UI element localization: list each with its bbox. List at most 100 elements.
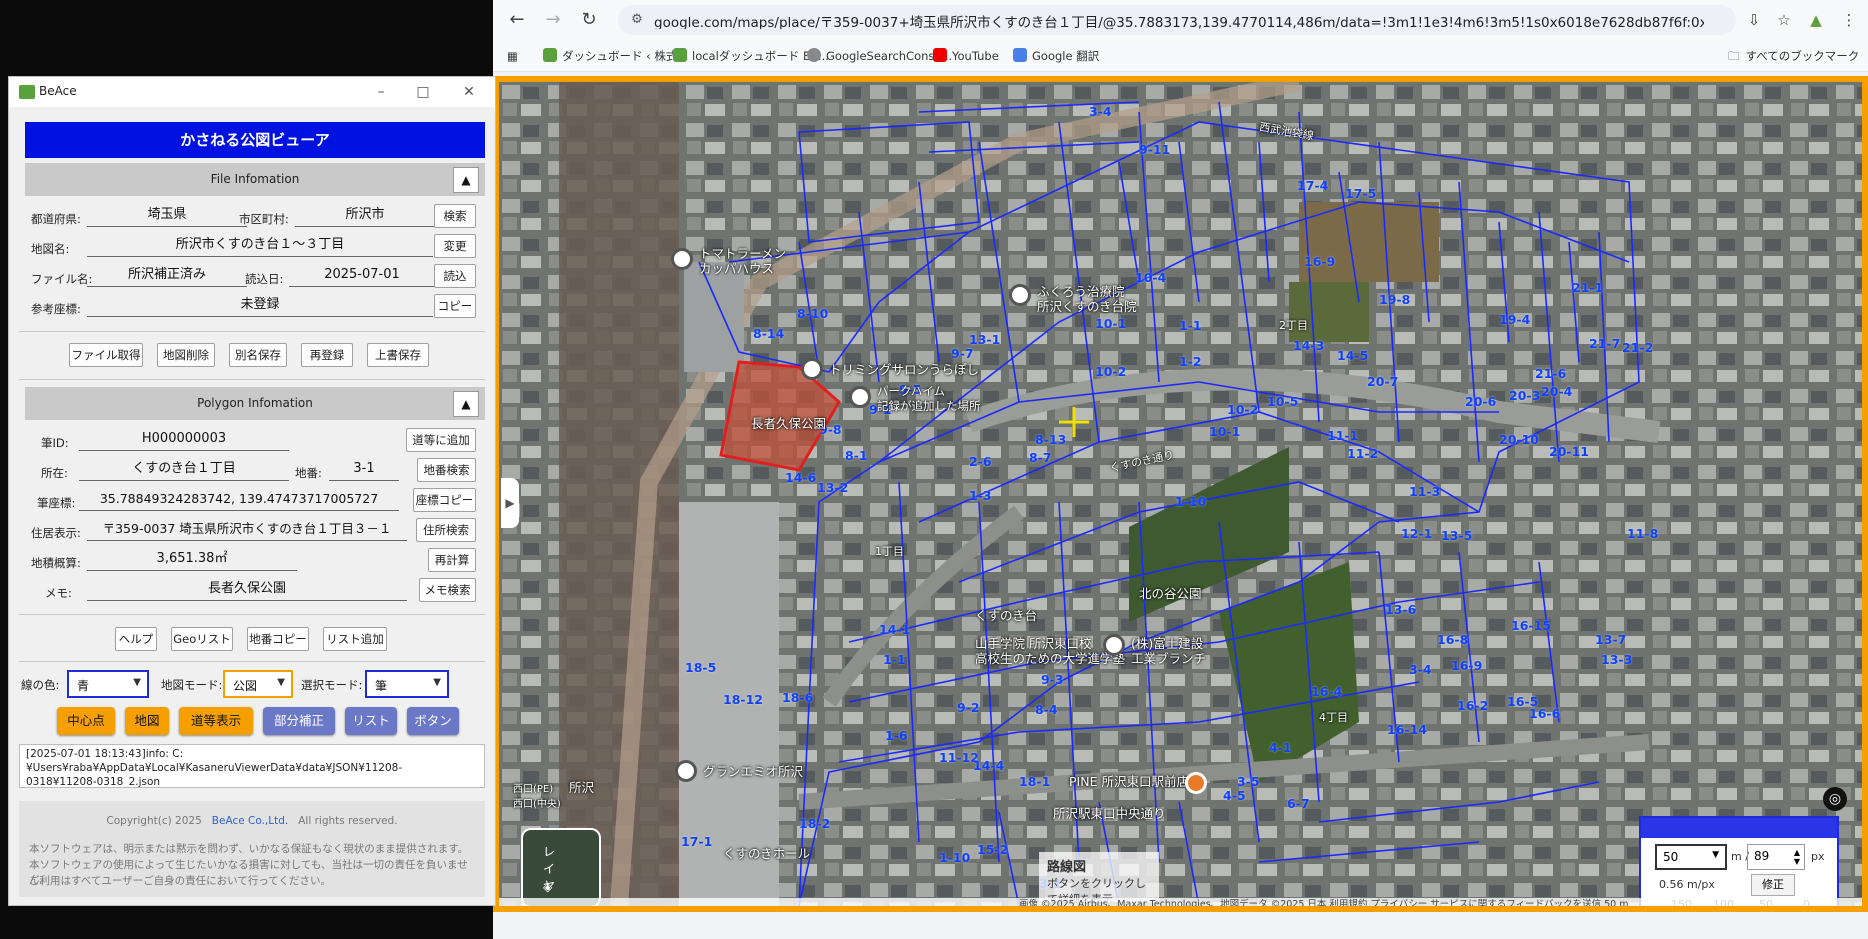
- parcel-label[interactable]: 9-2: [957, 700, 980, 715]
- parcel-label[interactable]: 13-5: [1441, 528, 1472, 543]
- install-app-icon[interactable]: ⇩: [1743, 9, 1765, 31]
- parcel-label[interactable]: 13-2: [817, 480, 848, 495]
- search-button[interactable]: 検索: [434, 204, 476, 228]
- address-bar[interactable]: ⚙ google.com/maps/place/〒359-0037+埼玉県所沢市…: [618, 5, 1736, 35]
- line-color-select[interactable]: 青 ▼: [67, 670, 149, 698]
- parcel-label[interactable]: 16-15: [1511, 618, 1551, 633]
- select-mode-select[interactable]: 筆 ▼: [365, 670, 449, 698]
- parcel-label[interactable]: 21-2: [1622, 340, 1653, 355]
- clinic-pin-icon[interactable]: [1009, 284, 1031, 306]
- parcel-label[interactable]: 6-7: [1287, 796, 1310, 811]
- parcel-label[interactable]: 14-4: [973, 758, 1004, 773]
- parcel-label[interactable]: 18-6: [782, 690, 813, 705]
- parcel-label[interactable]: 10-2: [1095, 364, 1126, 379]
- route-map-card[interactable]: 路線図 ボタンをクリックして詳細を表示: [1039, 852, 1159, 906]
- poi-label[interactable]: (株)富士建設 工業ブランチ: [1131, 636, 1206, 666]
- parcel-label[interactable]: 20-11: [1549, 444, 1589, 459]
- bookmark-item[interactable]: localダッシュボード Be...: [673, 47, 829, 65]
- coord-copy-button[interactable]: 座標コピー: [413, 488, 476, 512]
- parcel-label[interactable]: 8-4: [1035, 702, 1058, 717]
- extension-icon[interactable]: ▲: [1805, 9, 1827, 31]
- parcel-label[interactable]: 13-7: [1595, 632, 1626, 647]
- parcel-label[interactable]: 4-1: [1269, 740, 1292, 755]
- copy-lotno-button[interactable]: 地番コピー: [247, 627, 309, 651]
- list-button[interactable]: リスト: [345, 707, 397, 735]
- bookmark-item[interactable]: GoogleSearchConso...: [807, 47, 952, 65]
- delete-map-button[interactable]: 地図削除: [157, 343, 215, 367]
- poi-label[interactable]: 長者久保公園: [751, 416, 826, 431]
- map-mode-select[interactable]: 公図 ▼: [223, 670, 293, 698]
- parcel-label[interactable]: 8-1: [845, 448, 868, 463]
- parcel-label[interactable]: 11-8: [1627, 526, 1658, 541]
- parcel-label[interactable]: 16-14: [1387, 722, 1427, 737]
- parcel-label[interactable]: 20-6: [1465, 394, 1496, 409]
- parcel-label[interactable]: 17-1: [681, 834, 712, 849]
- save-as-button[interactable]: 別名保存: [229, 343, 287, 367]
- parcel-label[interactable]: 11-3: [1409, 484, 1440, 499]
- poi-label[interactable]: トリミングサロンうらぽし: [829, 362, 979, 377]
- parcel-label[interactable]: 1-2: [1179, 354, 1202, 369]
- collapse-up-icon[interactable]: ▲: [453, 167, 479, 193]
- bookmark-item[interactable]: YouTube: [933, 47, 999, 65]
- parcel-label[interactable]: 18-12: [723, 692, 763, 707]
- parcel-label[interactable]: 17-5: [1345, 186, 1376, 201]
- parcel-label[interactable]: 10-4: [1135, 270, 1166, 285]
- parcel-label[interactable]: 1-3: [969, 488, 992, 503]
- pixels-input[interactable]: 89 ▲ ▼: [1747, 844, 1805, 870]
- memo-search-button[interactable]: メモ検索: [419, 578, 476, 602]
- parcel-label[interactable]: 8-7: [1029, 450, 1052, 465]
- parcel-label[interactable]: 8-14: [753, 326, 784, 341]
- menu-dots-icon[interactable]: ⋮: [1838, 9, 1860, 31]
- parcel-label[interactable]: 3-5: [1237, 774, 1260, 789]
- show-roads-button[interactable]: 道等表示: [179, 707, 253, 735]
- parcel-label[interactable]: 16-9: [1451, 658, 1482, 673]
- center-point-button[interactable]: 中心点: [57, 707, 115, 735]
- place-pin-icon[interactable]: [849, 386, 871, 408]
- map-button[interactable]: 地図: [125, 707, 169, 735]
- overwrite-save-button[interactable]: 上書保存: [367, 343, 429, 367]
- help-button[interactable]: ヘルプ: [115, 627, 157, 651]
- parcel-label[interactable]: 14-3: [1293, 338, 1324, 353]
- bookmark-item[interactable]: ダッシュボード ‹ 株式...: [543, 47, 688, 65]
- partial-correction-button[interactable]: 部分補正: [263, 707, 335, 735]
- parcel-label[interactable]: 19-8: [1379, 292, 1410, 307]
- poi-label[interactable]: パークハイム 記録が追加した場所: [877, 384, 981, 414]
- log-output[interactable]: [2025-07-01 18:13:43]info: C: ¥Users¥rab…: [19, 744, 485, 788]
- parcel-label[interactable]: 16-4: [1311, 684, 1342, 699]
- geo-list-button[interactable]: Geoリスト: [171, 627, 233, 651]
- site-info-icon[interactable]: ⚙: [628, 11, 646, 29]
- fix-scale-button[interactable]: 修正: [1751, 874, 1795, 896]
- salon-pin-icon[interactable]: [801, 358, 823, 380]
- parcel-label[interactable]: 18-2: [799, 816, 830, 831]
- add-to-road-button[interactable]: 道等に追加: [406, 428, 476, 452]
- parcel-label[interactable]: 10-1: [1095, 316, 1126, 331]
- parcel-label[interactable]: 18-5: [685, 660, 716, 675]
- maximize-icon[interactable]: □: [413, 82, 433, 102]
- poi-label[interactable]: 山手学院 所沢東口校 高校生のための大学進学塾: [975, 636, 1125, 666]
- parcel-label[interactable]: 9-11: [1139, 142, 1170, 157]
- poi-label[interactable]: PINE 所沢東口駅前店: [1069, 774, 1189, 789]
- parcel-label[interactable]: 14-1: [879, 622, 910, 637]
- minimize-icon[interactable]: –: [371, 82, 391, 102]
- business-pin-icon[interactable]: [1103, 634, 1125, 656]
- parcel-label[interactable]: 8-13: [1035, 432, 1066, 447]
- parcel-label[interactable]: 3-4: [1089, 104, 1112, 119]
- parcel-label[interactable]: 1-1: [883, 652, 906, 667]
- parcel-label[interactable]: 21-6: [1535, 366, 1566, 381]
- change-button[interactable]: 変更: [434, 234, 476, 258]
- buttons-button[interactable]: ボタン: [407, 707, 459, 735]
- collapse-up-icon[interactable]: ▲: [453, 391, 479, 417]
- parcel-label[interactable]: 12-1: [1401, 526, 1432, 541]
- forward-icon[interactable]: →: [541, 8, 565, 32]
- poi-label[interactable]: くすのきホール: [723, 846, 810, 861]
- parcel-label[interactable]: 2-6: [969, 454, 992, 469]
- parcel-label[interactable]: 16-9: [1304, 254, 1335, 269]
- parcel-label[interactable]: 18-1: [1019, 774, 1050, 789]
- parcel-label[interactable]: 14-5: [1337, 348, 1368, 363]
- parcel-label[interactable]: 17-4: [1297, 178, 1328, 193]
- parcel-label[interactable]: 16-2: [1457, 698, 1488, 713]
- map-view[interactable]: 3-4 9-11 17-4 17-5 16-9 21-1 19-8 19-4 2…: [493, 76, 1868, 912]
- reload-icon[interactable]: ↻: [577, 8, 601, 32]
- parcel-label[interactable]: 13-1: [969, 332, 1000, 347]
- copy-button[interactable]: コピー: [434, 294, 476, 318]
